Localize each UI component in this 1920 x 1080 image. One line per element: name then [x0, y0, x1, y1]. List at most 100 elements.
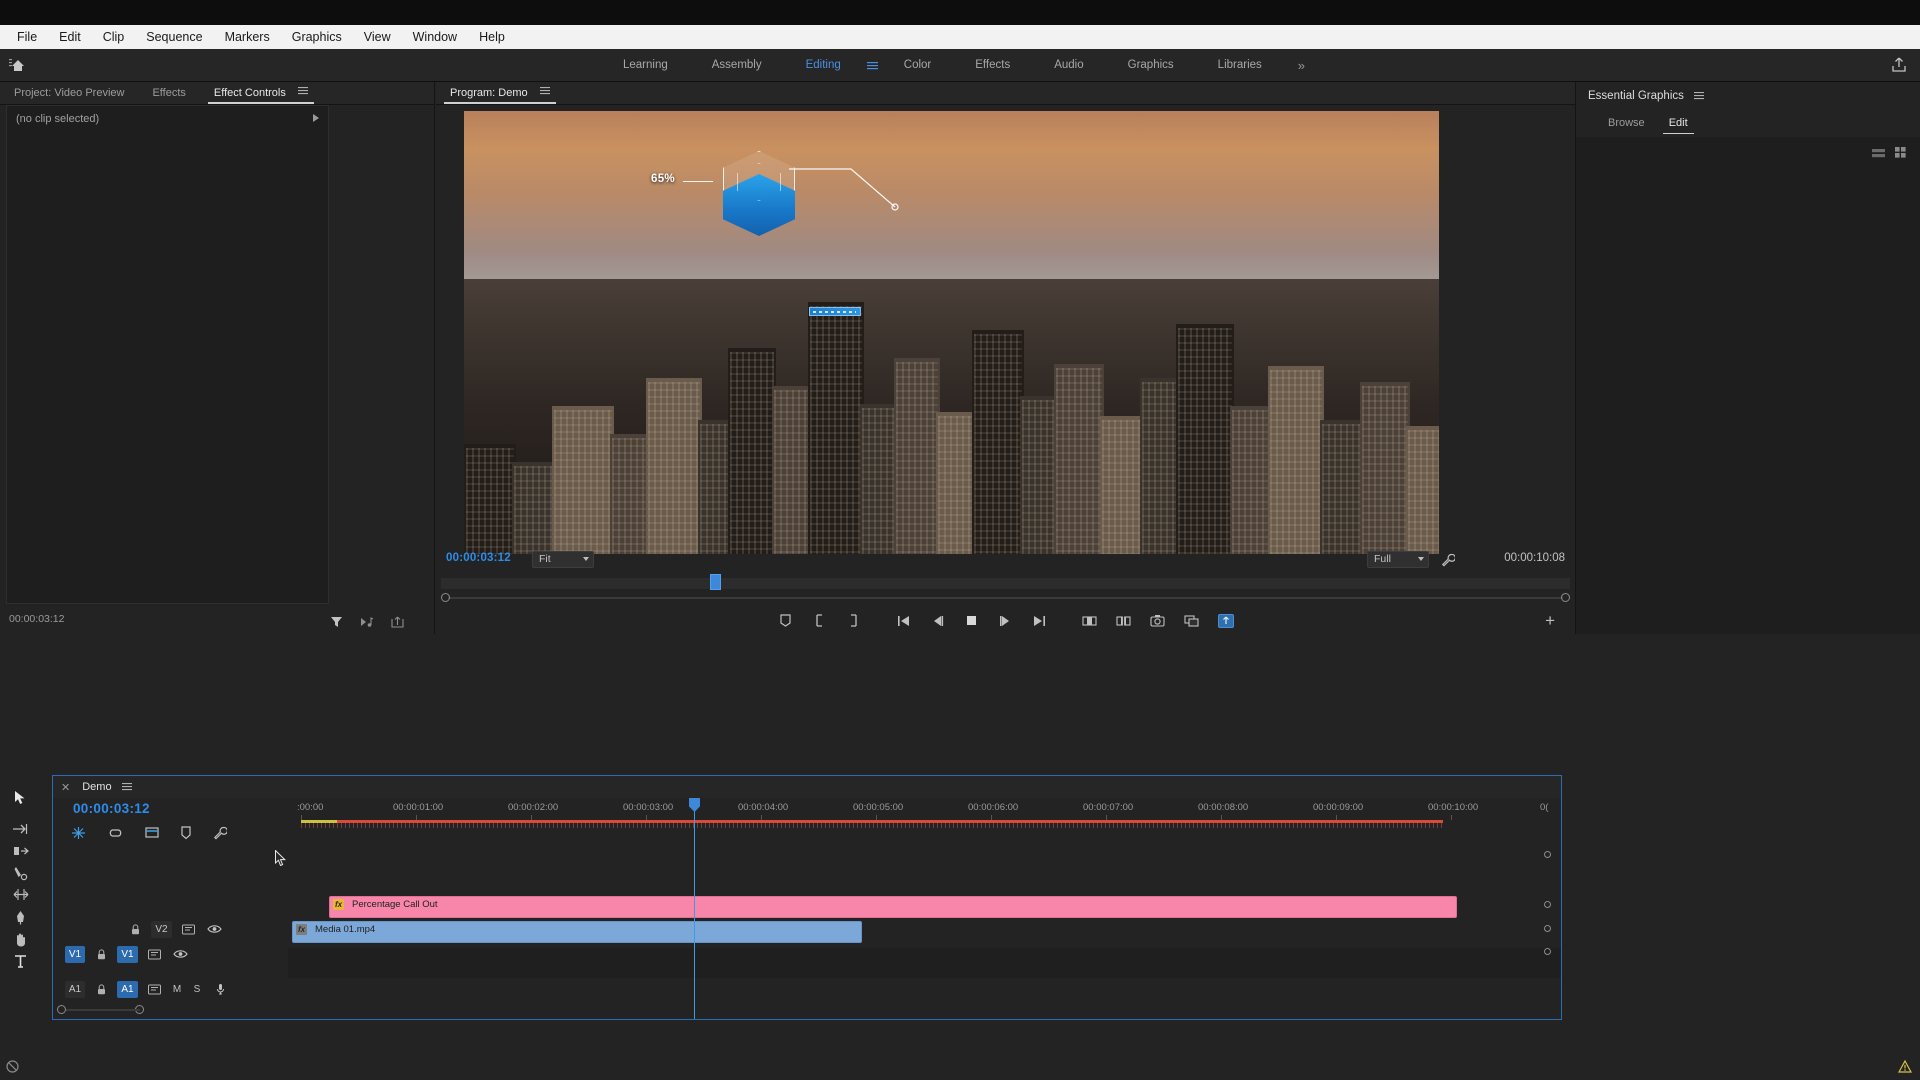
- go-to-in-icon[interactable]: [895, 612, 912, 629]
- timeline-sequence-tab[interactable]: Demo: [74, 781, 119, 793]
- essential-graphics-menu-icon[interactable]: [1693, 92, 1704, 100]
- workspace-tab-graphics[interactable]: Graphics: [1106, 49, 1196, 82]
- list-view-icon[interactable]: [1872, 148, 1885, 158]
- sync-lock-icon[interactable]: [178, 921, 198, 938]
- workspace-tab-audio[interactable]: Audio: [1032, 49, 1105, 82]
- timeline-playhead[interactable]: [689, 798, 700, 1019]
- menu-markers[interactable]: Markers: [214, 27, 281, 47]
- source-track-indicator-a1[interactable]: A1: [65, 980, 85, 998]
- track-header-v1[interactable]: V1 V1: [53, 943, 288, 965]
- marker-icon[interactable]: [181, 826, 191, 840]
- track-select-tool-icon[interactable]: [13, 822, 29, 836]
- workspace-tab-libraries[interactable]: Libraries: [1196, 49, 1284, 82]
- lock-icon[interactable]: [91, 981, 111, 998]
- timeline-track-a1[interactable]: [288, 948, 1561, 978]
- track-label-a1[interactable]: A1: [117, 980, 138, 998]
- add-button-editor-plus[interactable]: +: [1545, 612, 1555, 629]
- timeline-zoom-handle-left[interactable]: [57, 1005, 66, 1014]
- effect-controls-menu-icon[interactable]: [297, 87, 308, 95]
- timeline-settings-icon[interactable]: [213, 826, 227, 840]
- track-height-handle-1[interactable]: [1544, 851, 1551, 858]
- menu-help[interactable]: Help: [468, 27, 516, 47]
- mark-out-icon[interactable]: [845, 612, 862, 629]
- selection-tool-icon[interactable]: [14, 790, 27, 805]
- timeline-zoom-bar[interactable]: [66, 1009, 140, 1011]
- filter-icon[interactable]: [330, 615, 343, 628]
- program-zoom-bar[interactable]: [448, 597, 1563, 599]
- zoom-level-select[interactable]: Fit: [532, 551, 594, 568]
- track-height-handle-3[interactable]: [1544, 925, 1551, 932]
- mark-in-icon[interactable]: [811, 612, 828, 629]
- close-icon[interactable]: ✕: [61, 781, 70, 794]
- step-back-icon[interactable]: [929, 612, 946, 629]
- track-height-handle-4[interactable]: [1544, 948, 1551, 955]
- workspace-tab-effects[interactable]: Effects: [953, 49, 1032, 82]
- tab-effect-controls[interactable]: Effect Controls: [200, 82, 322, 104]
- tab-browse[interactable]: Browse: [1596, 112, 1657, 134]
- add-marker-icon[interactable]: [777, 612, 794, 629]
- workspace-tab-color[interactable]: Color: [882, 49, 953, 82]
- pen-tool-icon[interactable]: [14, 910, 27, 925]
- solo-button-a1[interactable]: S: [190, 984, 204, 995]
- sync-lock-icon[interactable]: [144, 946, 164, 963]
- lock-icon[interactable]: [125, 921, 145, 938]
- track-height-handle-2[interactable]: [1544, 901, 1551, 908]
- timeline-track-v2[interactable]: fx Percentage Call Out: [288, 896, 1561, 918]
- menu-edit[interactable]: Edit: [48, 27, 92, 47]
- program-monitor-video[interactable]: 65%: [464, 111, 1439, 554]
- comparison-view-icon[interactable]: [1183, 612, 1200, 629]
- menu-graphics[interactable]: Graphics: [281, 27, 353, 47]
- timeline-ruler[interactable]: :00:00 00:00:01:00 00:00:02:00 00:00:03:…: [288, 798, 1561, 820]
- type-tool-icon[interactable]: [14, 954, 27, 969]
- track-header-v2[interactable]: V2: [53, 918, 288, 940]
- eye-icon[interactable]: [170, 946, 190, 963]
- eye-icon[interactable]: [204, 921, 224, 938]
- snap-icon[interactable]: [71, 826, 86, 840]
- button-editor-icon[interactable]: [1217, 612, 1234, 629]
- settings-wrench-icon[interactable]: [1441, 553, 1455, 567]
- linked-selection-icon[interactable]: [108, 826, 123, 840]
- slip-tool-icon[interactable]: [13, 888, 29, 901]
- workspace-tab-assembly[interactable]: Assembly: [690, 49, 784, 82]
- workspace-overflow-button[interactable]: »: [1284, 49, 1319, 82]
- microphone-icon[interactable]: [210, 981, 230, 998]
- source-track-indicator-v1[interactable]: V1: [65, 945, 85, 963]
- warning-icon[interactable]: [1898, 1060, 1912, 1073]
- menu-file[interactable]: File: [6, 27, 48, 47]
- play-stop-icon[interactable]: [963, 612, 980, 629]
- tab-program-demo[interactable]: Program: Demo: [436, 82, 564, 104]
- timeline-track-v1[interactable]: fx Media 01.mp4: [288, 921, 1561, 943]
- tab-effects[interactable]: Effects: [138, 82, 199, 104]
- workspace-tab-editing[interactable]: Editing: [784, 49, 863, 82]
- menu-sequence[interactable]: Sequence: [135, 27, 213, 47]
- tab-project-video-preview[interactable]: Project: Video Preview: [0, 82, 138, 104]
- zoom-handle-left[interactable]: [441, 593, 450, 602]
- track-label-v1[interactable]: V1: [117, 945, 138, 963]
- sync-lock-icon[interactable]: [144, 981, 164, 998]
- mute-button-a1[interactable]: M: [170, 984, 184, 995]
- extract-icon[interactable]: [1115, 612, 1132, 629]
- share-export-icon[interactable]: [1890, 56, 1908, 74]
- program-monitor-menu-icon[interactable]: [539, 87, 550, 95]
- audio-transition-icon[interactable]: [360, 616, 374, 628]
- playback-resolution-select[interactable]: Full: [1367, 551, 1429, 568]
- workspace-tab-learning[interactable]: Learning: [601, 49, 690, 82]
- add-marker-icon[interactable]: [145, 826, 159, 840]
- hand-tool-icon[interactable]: [13, 932, 28, 947]
- timeline-menu-icon[interactable]: [121, 783, 132, 791]
- workspace-menu-icon[interactable]: [863, 61, 882, 70]
- track-header-a1[interactable]: A1 A1 M S: [53, 978, 288, 1000]
- zoom-handle-right[interactable]: [1561, 593, 1570, 602]
- menu-clip[interactable]: Clip: [92, 27, 136, 47]
- export-frame-icon[interactable]: [1149, 612, 1166, 629]
- lift-icon[interactable]: [1081, 612, 1098, 629]
- lock-icon[interactable]: [91, 946, 111, 963]
- menu-window[interactable]: Window: [402, 27, 468, 47]
- clip-percentage-call-out[interactable]: fx Percentage Call Out: [329, 896, 1457, 918]
- timeline-playhead-timecode[interactable]: 00:00:03:12: [73, 801, 150, 816]
- grid-view-icon[interactable]: [1895, 147, 1906, 158]
- expand-arrow-icon[interactable]: [313, 114, 319, 122]
- clip-media-01[interactable]: fx Media 01.mp4: [292, 921, 862, 943]
- go-to-out-icon[interactable]: [1031, 612, 1048, 629]
- export-frame-icon[interactable]: [391, 616, 404, 628]
